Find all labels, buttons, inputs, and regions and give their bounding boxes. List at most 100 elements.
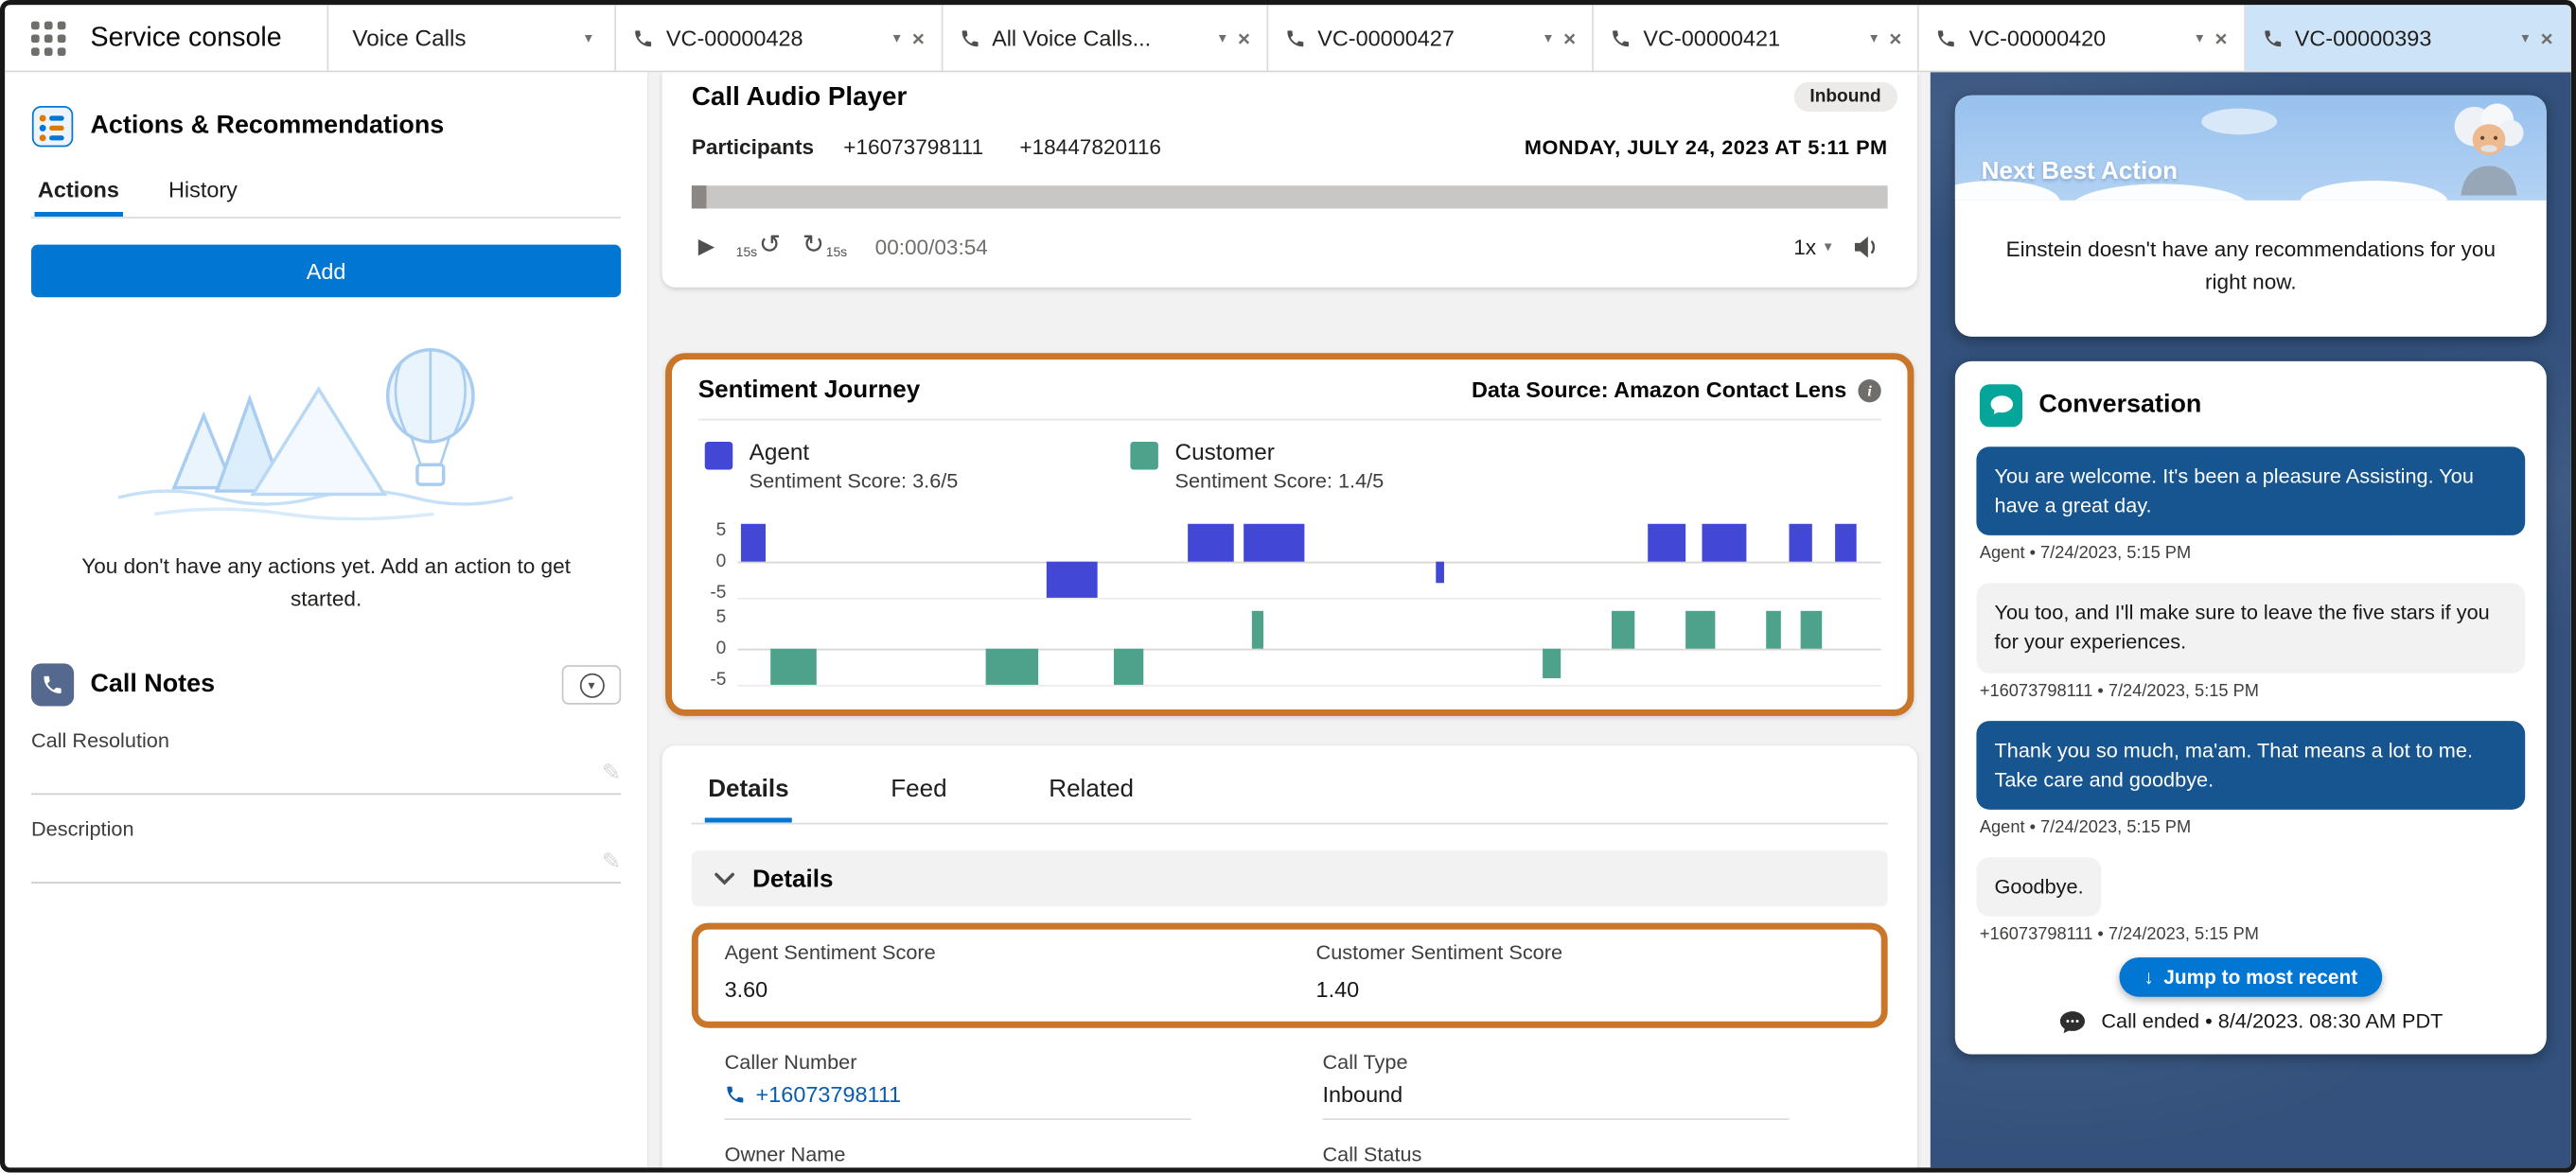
close-icon[interactable]: × bbox=[1889, 27, 1901, 49]
caller-number-field: Caller Number +16073798111 bbox=[692, 1051, 1290, 1120]
cloud-shape bbox=[2070, 184, 2250, 200]
actions-history-tabs: Actions History bbox=[31, 171, 621, 219]
record-detail-card: Details Feed Related Details Agent Senti… bbox=[662, 745, 1917, 1167]
message-meta: Agent • 7/24/2023, 5:15 PM bbox=[1980, 817, 2525, 837]
agent-sentiment-bar bbox=[1648, 524, 1685, 561]
rewind-icon: ↺ bbox=[759, 234, 781, 260]
add-button[interactable]: Add bbox=[31, 245, 621, 298]
legend-customer: Customer Sentiment Score: 1.4/5 bbox=[1131, 439, 1385, 493]
workspace-tab[interactable]: VC-00000420 ▾ × bbox=[1919, 5, 2245, 70]
tab-history[interactable]: History bbox=[165, 171, 240, 218]
skip-forward-15-button[interactable]: ↻15s bbox=[803, 234, 847, 260]
field-input-line[interactable]: ✎ bbox=[31, 841, 621, 884]
field-value: 3.60 bbox=[725, 972, 1191, 1006]
data-source-label: Data Source: Amazon Contact Lens i bbox=[1472, 377, 1881, 402]
description-field[interactable]: Description ✎ bbox=[31, 818, 621, 884]
playback-speed-button[interactable]: 1x▾ bbox=[1793, 234, 1831, 258]
chevron-down-icon[interactable]: ▾ bbox=[2196, 30, 2203, 45]
phone-icon bbox=[959, 27, 980, 49]
agent-sentiment-bar bbox=[1835, 524, 1856, 561]
customer-sentiment-bar bbox=[1766, 611, 1782, 648]
app-name: Service console bbox=[90, 5, 327, 70]
workspace-tab[interactable]: VC-00000428 ▾ × bbox=[617, 5, 943, 70]
y-axis: 5 0 -5 bbox=[698, 524, 738, 600]
y-tick: -5 bbox=[710, 670, 726, 690]
call-resolution-field[interactable]: Call Resolution ✎ bbox=[31, 729, 621, 795]
agent-sentiment-chart: 5 0 -5 bbox=[698, 524, 1881, 600]
workspace-tab[interactable]: All Voice Calls... ▾ × bbox=[943, 5, 1268, 70]
nav-tab-label: Voice Calls bbox=[352, 25, 466, 51]
field-label: Caller Number bbox=[725, 1051, 1191, 1074]
chevron-down-icon[interactable]: ▾ bbox=[1219, 30, 1226, 45]
call-notes-icon bbox=[31, 663, 74, 706]
phone-icon bbox=[633, 27, 655, 49]
customer-sentiment-bar bbox=[770, 648, 816, 685]
tab-details[interactable]: Details bbox=[705, 765, 792, 823]
close-icon[interactable]: × bbox=[1238, 27, 1250, 49]
zero-line bbox=[737, 561, 1880, 563]
customer-sentiment-bar bbox=[1612, 611, 1634, 648]
play-button[interactable]: ▶ bbox=[698, 234, 715, 260]
agent-sentiment-score-field: Agent Sentiment Score 3.60 bbox=[698, 941, 1290, 1006]
agent-sentiment-bar bbox=[1790, 524, 1811, 561]
workspace-tab[interactable]: VC-00000427 ▾ × bbox=[1268, 5, 1594, 70]
message-bubble-agent: You are welcome. It's been a pleasure As… bbox=[1976, 446, 2525, 535]
customer-color-swatch bbox=[1131, 442, 1159, 470]
conversation-title: Conversation bbox=[2038, 391, 2201, 420]
down-arrow-icon: ↓ bbox=[2144, 966, 2153, 989]
edit-pencil-icon[interactable]: ✎ bbox=[602, 759, 621, 787]
nav-tab-voice-calls[interactable]: Voice Calls ▾ bbox=[327, 5, 617, 70]
field-value: 1.40 bbox=[1316, 972, 1783, 1006]
audio-progress-bar[interactable] bbox=[692, 185, 1888, 208]
message-meta: +16073798111 • 7/24/2023, 5:15 PM bbox=[1980, 681, 2525, 701]
jump-to-most-recent-button[interactable]: ↓ Jump to most recent bbox=[2119, 957, 2382, 997]
call-notes-menu-button[interactable]: ▾ bbox=[562, 665, 621, 705]
tab-feed[interactable]: Feed bbox=[888, 765, 950, 823]
caller-number-link[interactable]: +16073798111 bbox=[756, 1082, 902, 1107]
phone-icon bbox=[1285, 27, 1307, 49]
legend-score: Sentiment Score: 1.4/5 bbox=[1175, 469, 1385, 492]
tab-label: VC-00000420 bbox=[1969, 26, 2185, 50]
agent-sentiment-bar bbox=[1435, 561, 1444, 583]
workspace-tab[interactable]: VC-00000421 ▾ × bbox=[1594, 5, 1919, 70]
chevron-down-icon[interactable]: ▾ bbox=[585, 30, 592, 45]
app-launcher-icon bbox=[30, 21, 64, 55]
details-section-header[interactable]: Details bbox=[692, 850, 1888, 906]
speed-value: 1x bbox=[1793, 234, 1816, 258]
close-icon[interactable]: × bbox=[912, 27, 925, 49]
annotation-highlight-sentiment-journey: Sentiment Journey Data Source: Amazon Co… bbox=[665, 353, 1914, 716]
agent-color-swatch bbox=[705, 442, 733, 470]
customer-chart-area bbox=[737, 611, 1880, 687]
field-label: Call Resolution bbox=[31, 729, 621, 752]
message-bubble-agent: Thank you so much, ma'am. That means a l… bbox=[1976, 720, 2525, 809]
call-ended-status: Call ended • 8/4/2023. 08:30 AM PDT bbox=[1976, 1009, 2525, 1034]
skip-back-15-button[interactable]: 15s↺ bbox=[736, 234, 781, 260]
chevron-down-icon[interactable]: ▾ bbox=[1870, 30, 1878, 45]
customer-sentiment-bar bbox=[1543, 648, 1561, 677]
cloud-shape bbox=[2300, 181, 2447, 201]
chevron-down-icon[interactable]: ▾ bbox=[2522, 30, 2530, 45]
chevron-down-icon[interactable]: ▾ bbox=[893, 30, 901, 45]
tab-related[interactable]: Related bbox=[1046, 765, 1138, 823]
service-console-window: Service console Voice Calls ▾ VC-0000042… bbox=[0, 0, 2576, 1173]
field-label: Agent Sentiment Score bbox=[725, 941, 1191, 964]
workspace-tab-active[interactable]: VC-00000393 ▾ × bbox=[2246, 5, 2571, 70]
y-tick: -5 bbox=[710, 583, 726, 603]
cloud-shape bbox=[2201, 109, 2277, 135]
info-icon[interactable]: i bbox=[1858, 378, 1880, 401]
edit-pencil-icon[interactable]: ✎ bbox=[602, 848, 621, 876]
chevron-down-icon: ▾ bbox=[579, 673, 604, 697]
call-type-field: Call Type Inbound bbox=[1290, 1051, 1888, 1120]
nba-empty-text: Einstein doesn't have any recommendation… bbox=[1955, 201, 2547, 337]
legend-name: Agent bbox=[750, 439, 959, 465]
tab-actions[interactable]: Actions bbox=[34, 171, 122, 218]
volume-icon[interactable] bbox=[1853, 234, 1881, 258]
player-controls: ▶ 15s↺ ↻15s 00:00/03:54 1x▾ bbox=[692, 208, 1888, 284]
app-launcher-button[interactable] bbox=[5, 5, 90, 70]
zero-line bbox=[737, 648, 1880, 650]
chevron-down-icon[interactable]: ▾ bbox=[1544, 30, 1552, 45]
close-icon[interactable]: × bbox=[1563, 27, 1576, 49]
close-icon[interactable]: × bbox=[2541, 27, 2553, 49]
close-icon[interactable]: × bbox=[2214, 27, 2227, 49]
field-input-line[interactable]: ✎ bbox=[31, 752, 621, 795]
